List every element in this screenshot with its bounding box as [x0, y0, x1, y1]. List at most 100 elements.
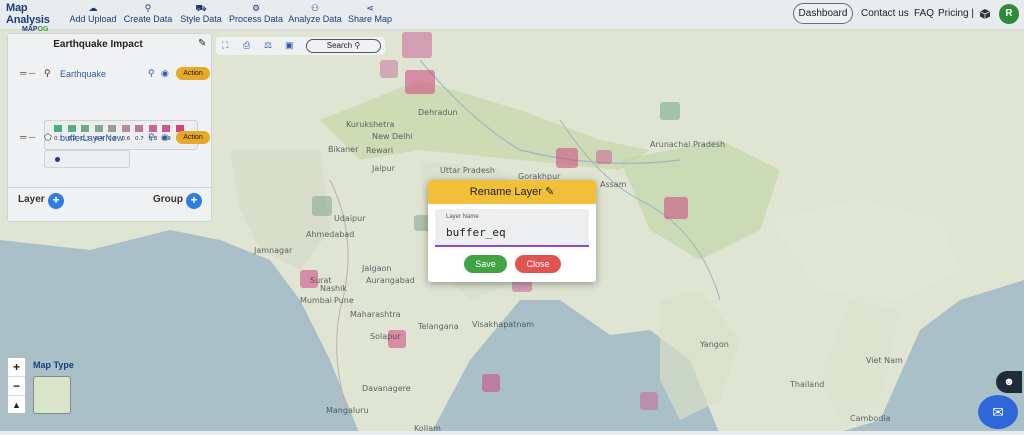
add-layer-button[interactable]: + — [48, 193, 64, 209]
map-toolbar: ⛶ ⎙ ⚖ ▣ Search ⚲ — [216, 37, 385, 55]
drag-handle-icon[interactable]: ═ ─ — [20, 68, 35, 78]
map-label: Dehradun — [418, 108, 458, 117]
nav-label: Style Data — [180, 14, 222, 24]
action-button[interactable]: Action — [176, 67, 210, 80]
nav-style-data[interactable]: ⛟ Style Data — [177, 3, 225, 27]
layer-name[interactable]: bufferLayerNew — [60, 133, 123, 143]
drag-handle-icon[interactable]: ═ ─ — [20, 132, 35, 142]
nav-process-data[interactable]: ⚙ Process Data — [227, 3, 285, 27]
map-label: Cambodia — [850, 414, 891, 423]
heat-cell — [402, 32, 432, 58]
edit-pencil-icon[interactable]: ✎ — [198, 38, 206, 49]
map-label: Rewari — [366, 146, 394, 155]
nav-share-map[interactable]: ⋖ Share Map — [346, 3, 394, 27]
map-label: Uttar Pradesh — [440, 166, 495, 175]
heat-cell — [312, 196, 332, 216]
eye-icon[interactable]: ◉ — [161, 68, 169, 79]
action-button[interactable]: Action — [176, 131, 210, 144]
save-button[interactable]: Save — [464, 255, 507, 273]
map-type-thumbnail[interactable] — [33, 376, 71, 414]
print-icon[interactable]: ⎙ — [243, 40, 250, 51]
cube-icon[interactable] — [979, 8, 991, 20]
add-layer-label: Layer — [18, 194, 45, 205]
search-button[interactable]: Search ⚲ — [306, 39, 381, 53]
field-label: Layer Name — [446, 214, 479, 220]
map-label: Aurangabad — [366, 276, 415, 285]
faq-link[interactable]: FAQ — [914, 8, 934, 19]
fullscreen-icon[interactable]: ⛶ — [222, 40, 228, 51]
map-label: Visakhapatnam — [472, 320, 535, 329]
cloud-upload-icon: ☁ — [88, 3, 98, 13]
panel-title: Earthquake Impact — [53, 39, 143, 50]
nav-label: Share Map — [347, 14, 393, 24]
comment-icon[interactable]: ▣ — [285, 40, 294, 51]
field-value[interactable]: buffer_eq — [446, 226, 506, 239]
zoom-in-button[interactable]: + — [8, 358, 25, 377]
zoom-out-button[interactable]: − — [8, 377, 25, 396]
contact-us-link[interactable]: Contact us — [861, 8, 909, 19]
logo-title: Map Analysis — [6, 2, 50, 26]
map-label: Assam — [600, 180, 627, 189]
app-logo[interactable]: Map Analysis MAPOG — [6, 2, 66, 33]
legend-swatch — [67, 125, 76, 132]
map-label: Thailand — [790, 380, 825, 389]
map-label: Maharashtra — [350, 310, 401, 319]
legend-swatch — [94, 125, 103, 132]
heat-cell — [660, 102, 680, 120]
map-label: Kurukshetra — [346, 120, 395, 129]
dialog-title: Rename Layer — [469, 186, 542, 198]
heat-cell — [664, 197, 688, 219]
location-pin-icon: ⚲ — [44, 68, 51, 78]
map-label: Jamnagar — [254, 246, 293, 255]
pricing-link[interactable]: Pricing | — [938, 8, 974, 19]
legend-swatch — [162, 125, 170, 132]
nav-add-upload[interactable]: ☁ Add Upload — [68, 3, 118, 27]
nav-create-data[interactable]: ⚲ Create Data — [122, 3, 174, 27]
buffer-color-dot — [55, 157, 60, 162]
map-label: Arunachal Pradesh — [650, 140, 726, 149]
layer-row-buffer[interactable]: ═ ─ ⬠ bufferLayerNew ⚲ ◉ Action — [18, 131, 210, 146]
process-icon: ⚙ — [251, 3, 261, 13]
legend-swatch — [108, 125, 116, 132]
legend-swatch — [81, 125, 89, 132]
compass-icon[interactable]: ▲ — [8, 396, 25, 415]
legend-buffer — [44, 150, 130, 168]
layer-row-earthquake[interactable]: ═ ─ ⚲ Earthquake ⚲ ◉ Action — [18, 67, 210, 82]
panel-divider — [8, 187, 213, 188]
add-group-button[interactable]: + — [186, 193, 202, 209]
analyze-icon: ⚇ — [310, 3, 320, 13]
user-avatar[interactable]: R — [999, 4, 1019, 24]
map-label: Davanagere — [362, 384, 411, 393]
polygon-icon: ⬠ — [44, 132, 52, 142]
map-label: Jalgaon — [362, 264, 392, 273]
layer-panel: Earthquake Impact ✎ ═ ─ ⚲ Earthquake ⚲ ◉… — [7, 33, 213, 222]
top-navigation-bar: Map Analysis MAPOG ☁ Add Upload ⚲ Create… — [0, 0, 1024, 33]
location-pin-icon: ⚲ — [144, 3, 152, 13]
share-icon: ⋖ — [366, 3, 374, 13]
legend-swatch — [121, 125, 130, 132]
nav-label: Create Data — [123, 14, 173, 24]
zoom-to-layer-icon[interactable]: ⚲ — [148, 68, 155, 79]
close-button[interactable]: Close — [515, 255, 561, 273]
measure-icon[interactable]: ⚖ — [264, 40, 272, 51]
map-label: Mangaluru — [326, 406, 369, 415]
zoom-controls: + − ▲ — [7, 357, 26, 414]
layer-name-field[interactable]: Layer Name buffer_eq — [435, 209, 589, 247]
zoom-to-layer-icon[interactable]: ⚲ — [148, 132, 155, 143]
assistant-bot-icon[interactable]: ☻ — [996, 371, 1022, 393]
eye-icon[interactable]: ◉ — [161, 132, 169, 143]
chat-icon[interactable]: ✉ — [978, 395, 1018, 429]
search-icon: ⚲ — [354, 41, 361, 50]
heat-cell — [596, 150, 612, 164]
nav-label: Add Upload — [69, 14, 117, 24]
heat-cell — [405, 70, 435, 94]
rename-layer-dialog: Rename Layer ✎ Layer Name buffer_eq Save… — [428, 180, 596, 282]
map-label: Telangana — [418, 322, 459, 331]
dashboard-button[interactable]: Dashboard — [793, 3, 853, 24]
layer-name[interactable]: Earthquake — [60, 69, 106, 79]
heat-cell — [556, 148, 578, 168]
map-label: Pune — [334, 296, 354, 305]
map-label: Bikaner — [328, 145, 359, 154]
nav-analyze-data[interactable]: ⚇ Analyze Data — [287, 3, 343, 27]
map-label: Solapur — [370, 332, 401, 341]
